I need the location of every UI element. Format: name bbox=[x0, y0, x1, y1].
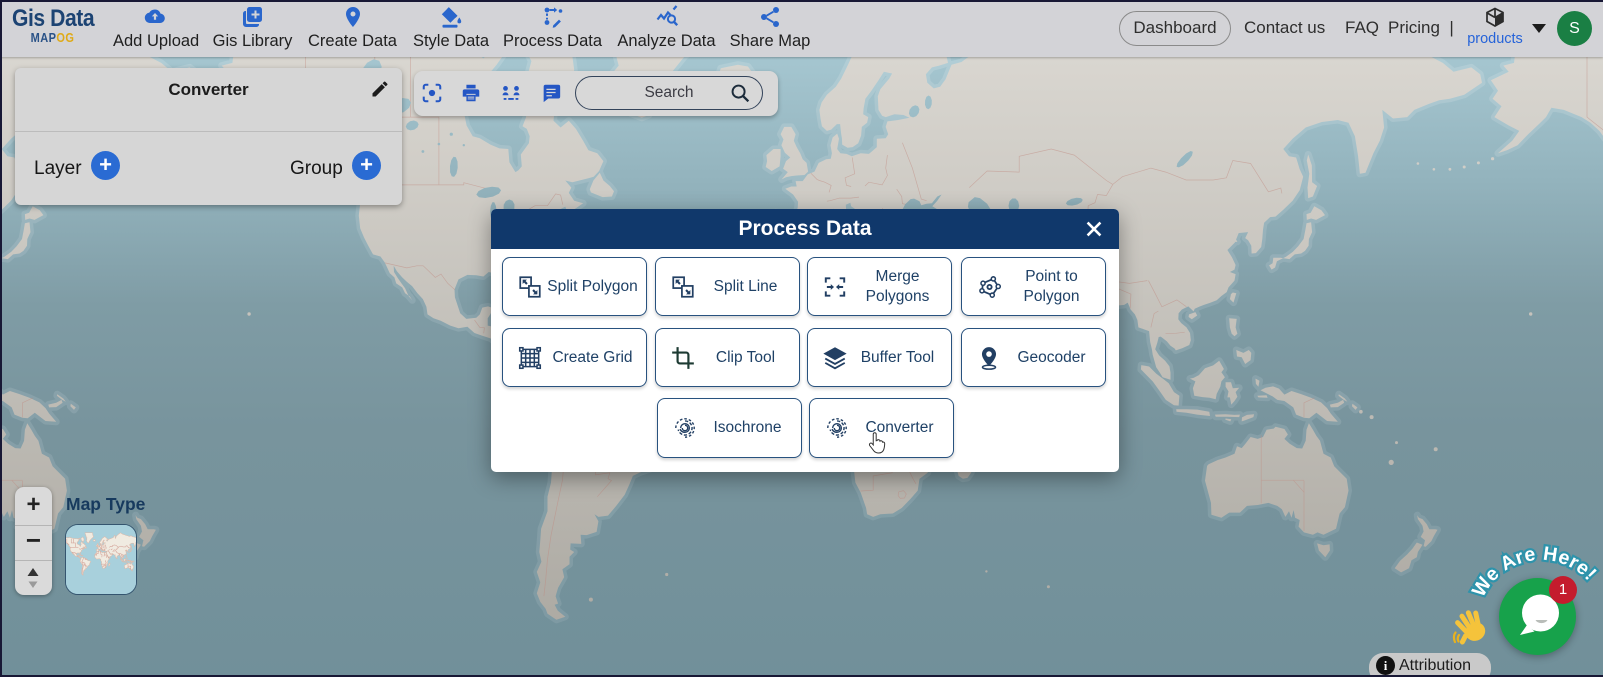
svg-text:We Are Here!: We Are Here! bbox=[1468, 543, 1601, 601]
